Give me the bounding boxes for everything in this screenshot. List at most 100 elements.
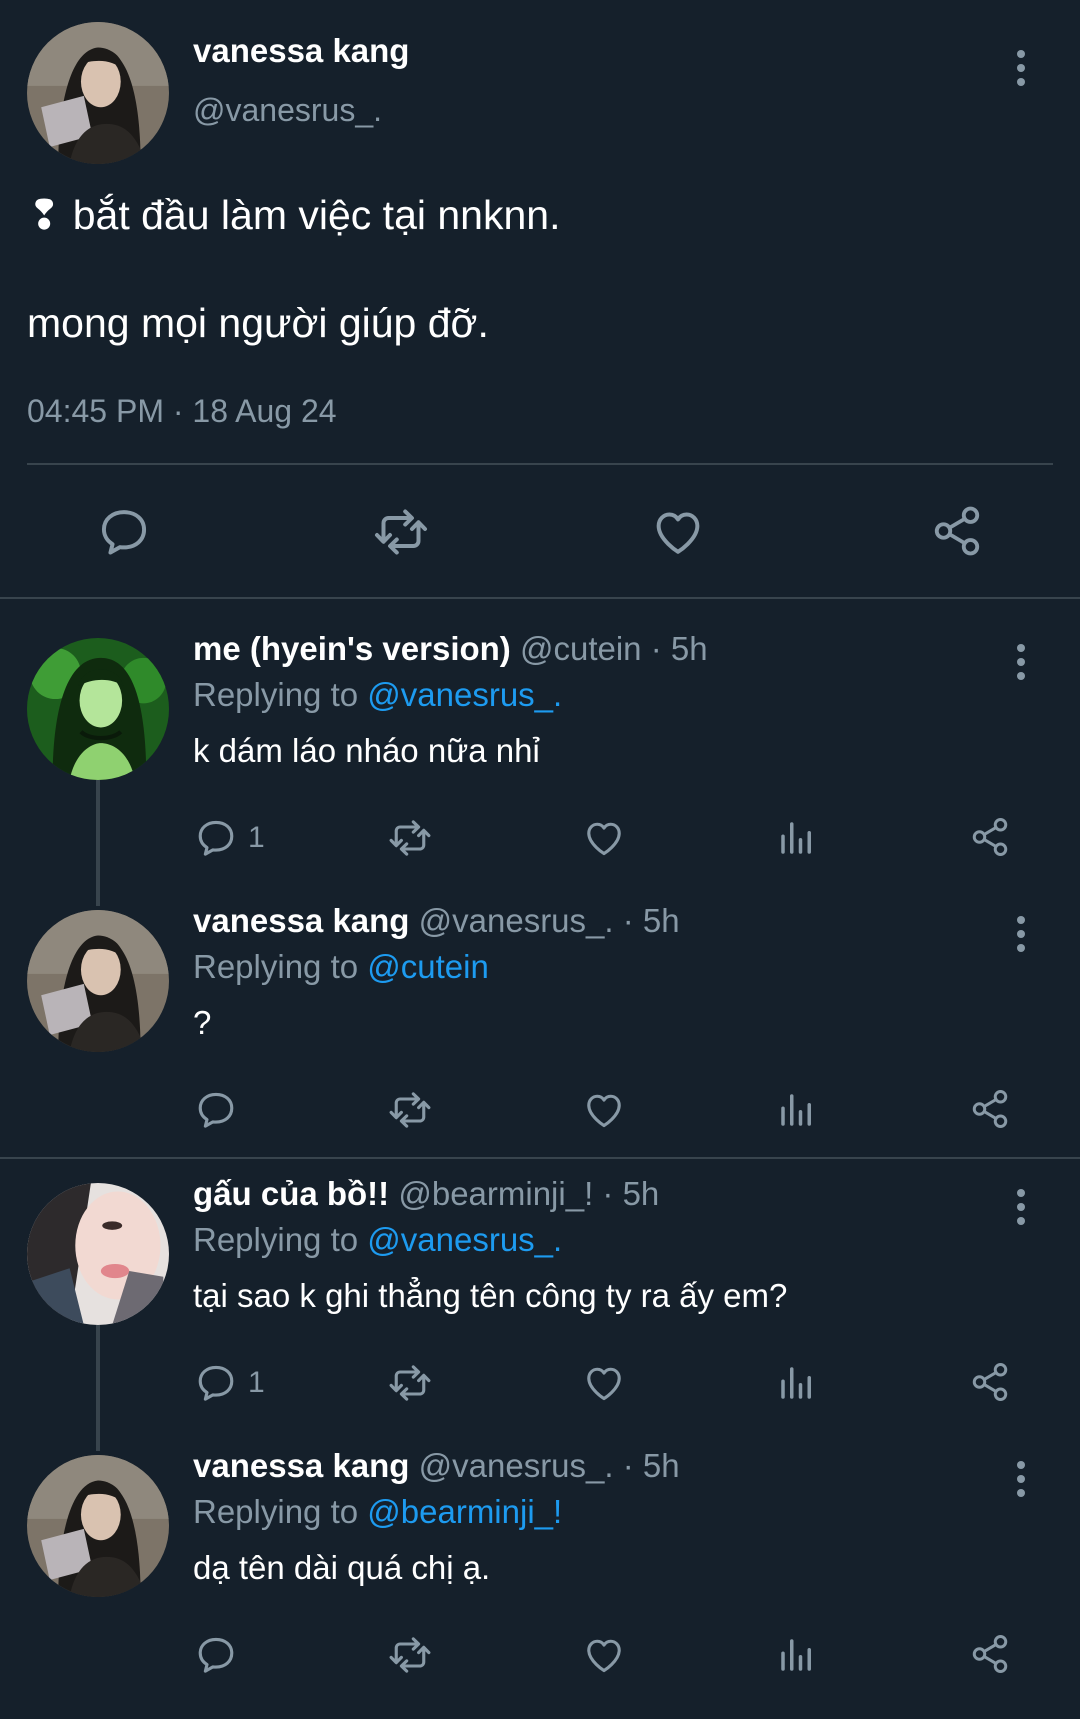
more-vertical-icon xyxy=(1015,643,1027,681)
view-stats-button[interactable] xyxy=(776,816,818,860)
main-tweet: vanessa kang @vanesrus_. ❢ bắt đầu làm v… xyxy=(0,0,1080,598)
divider xyxy=(0,1157,1080,1159)
author-handle-time: @bearminji_! · 5h xyxy=(389,1175,660,1212)
reply-header: gấu của bồ!! @bearminji_! · 5h xyxy=(193,1175,659,1213)
mention-link[interactable]: @vanesrus_. xyxy=(367,1221,562,1258)
reply-icon xyxy=(194,1088,238,1132)
reply-icon xyxy=(194,1633,238,1677)
avatar[interactable] xyxy=(27,1183,169,1325)
tweet-text-line2: mong mọi người giúp đỡ. xyxy=(27,300,489,346)
author-name[interactable]: gấu của bồ!! xyxy=(193,1175,389,1212)
reply-button[interactable]: 1 xyxy=(194,1361,265,1405)
replying-to: Replying to @bearminji_! xyxy=(193,1493,562,1531)
more-options-button[interactable] xyxy=(1001,38,1041,98)
stats-icon xyxy=(776,1633,818,1677)
reply-tweet[interactable]: gấu của bồ!! @bearminji_! · 5h Replying … xyxy=(0,1175,1080,1447)
reply-header: me (hyein's version) @cutein · 5h xyxy=(193,630,708,668)
reply-icon xyxy=(194,1361,238,1405)
share-button[interactable] xyxy=(969,1088,1011,1130)
stats-icon xyxy=(776,816,818,860)
like-button[interactable] xyxy=(582,816,626,860)
tweet-text-line1: ❢ bắt đầu làm việc tại nnknn. xyxy=(27,192,561,238)
retweet-icon xyxy=(386,1361,434,1405)
retweet-icon xyxy=(386,1088,434,1132)
reply-button[interactable] xyxy=(194,1088,248,1132)
replying-to: Replying to @vanesrus_. xyxy=(193,676,562,714)
retweet-button[interactable] xyxy=(386,1361,434,1405)
reply-button[interactable] xyxy=(194,1633,248,1677)
author-handle-time: @vanesrus_. · 5h xyxy=(409,902,680,939)
retweet-icon xyxy=(370,504,432,560)
share-button[interactable] xyxy=(969,816,1011,858)
avatar[interactable] xyxy=(27,1455,169,1597)
more-options-button[interactable] xyxy=(1001,1177,1041,1237)
more-vertical-icon xyxy=(1015,1460,1027,1498)
reply-text: k dám láo nháo nữa nhỉ xyxy=(193,732,540,769)
share-icon xyxy=(969,1633,1011,1675)
replying-label: Replying to xyxy=(193,676,368,713)
tweet-timestamp[interactable]: 04:45 PM · 18 Aug 24 xyxy=(27,393,337,430)
retweet-button[interactable] xyxy=(386,816,434,860)
retweet-button[interactable] xyxy=(386,1088,434,1132)
more-options-button[interactable] xyxy=(1001,904,1041,964)
retweet-button[interactable] xyxy=(386,1633,434,1677)
more-vertical-icon xyxy=(1015,915,1027,953)
reply-text: ? xyxy=(193,1004,212,1041)
share-icon xyxy=(969,816,1011,858)
share-icon xyxy=(930,504,984,558)
like-icon xyxy=(650,504,706,560)
replying-to: Replying to @vanesrus_. xyxy=(193,1221,562,1259)
share-button[interactable] xyxy=(969,1361,1011,1403)
divider xyxy=(0,597,1080,599)
mention-link[interactable]: @cutein xyxy=(367,948,489,985)
retweet-button[interactable] xyxy=(370,504,432,560)
reply-text: tại sao k ghi thẳng tên công ty ra ấy em… xyxy=(193,1277,788,1314)
like-icon xyxy=(582,1361,626,1405)
like-icon xyxy=(582,1088,626,1132)
share-button[interactable] xyxy=(930,504,984,558)
more-options-button[interactable] xyxy=(1001,632,1041,692)
author-name[interactable]: vanessa kang xyxy=(193,902,409,939)
reply-button[interactable]: 1 xyxy=(194,816,265,860)
like-button[interactable] xyxy=(582,1633,626,1677)
share-button[interactable] xyxy=(969,1633,1011,1675)
author-handle-time: @vanesrus_. · 5h xyxy=(409,1447,680,1484)
view-stats-button[interactable] xyxy=(776,1088,818,1132)
more-vertical-icon xyxy=(1015,49,1027,87)
replying-label: Replying to xyxy=(193,948,368,985)
reply-tweet[interactable]: vanessa kang @vanesrus_. · 5h Replying t… xyxy=(0,902,1080,1174)
author-name[interactable]: vanessa kang xyxy=(193,1447,409,1484)
reply-count: 1 xyxy=(248,1366,265,1399)
share-icon xyxy=(969,1088,1011,1130)
reply-count: 1 xyxy=(248,821,265,854)
like-button[interactable] xyxy=(582,1361,626,1405)
mention-link[interactable]: @bearminji_! xyxy=(367,1493,562,1530)
more-vertical-icon xyxy=(1015,1188,1027,1226)
divider xyxy=(27,463,1053,465)
view-stats-button[interactable] xyxy=(776,1361,818,1405)
reply-tweet[interactable]: vanessa kang @vanesrus_. · 5h Replying t… xyxy=(0,1447,1080,1719)
like-icon xyxy=(582,1633,626,1677)
reply-text: dạ tên dài quá chị ạ. xyxy=(193,1549,491,1586)
author-name[interactable]: me (hyein's version) xyxy=(193,630,511,667)
view-stats-button[interactable] xyxy=(776,1633,818,1677)
reply-button[interactable] xyxy=(96,504,152,560)
avatar[interactable] xyxy=(27,22,169,164)
like-button[interactable] xyxy=(582,1088,626,1132)
author-handle[interactable]: @vanesrus_. xyxy=(193,92,382,129)
like-icon xyxy=(582,816,626,860)
author-handle-time: @cutein · 5h xyxy=(510,630,708,667)
more-options-button[interactable] xyxy=(1001,1449,1041,1509)
reply-icon xyxy=(96,504,152,560)
avatar[interactable] xyxy=(27,638,169,780)
replying-label: Replying to xyxy=(193,1221,368,1258)
reply-tweet[interactable]: me (hyein's version) @cutein · 5h Replyi… xyxy=(0,630,1080,902)
stats-icon xyxy=(776,1361,818,1405)
mention-link[interactable]: @vanesrus_. xyxy=(367,676,562,713)
avatar[interactable] xyxy=(27,910,169,1052)
like-button[interactable] xyxy=(650,504,706,560)
author-name[interactable]: vanessa kang xyxy=(193,32,409,70)
replying-label: Replying to xyxy=(193,1493,368,1530)
share-icon xyxy=(969,1361,1011,1403)
retweet-icon xyxy=(386,1633,434,1677)
